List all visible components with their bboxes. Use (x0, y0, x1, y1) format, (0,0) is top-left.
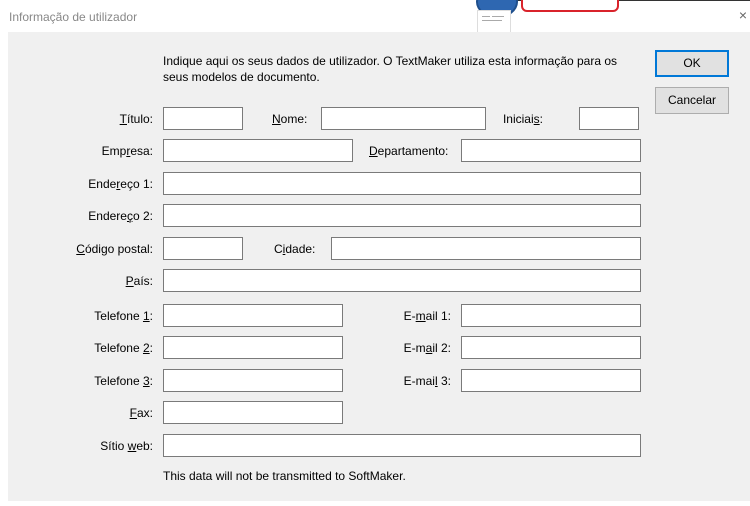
intro-text: Indique aqui os seus dados de utilizador… (163, 54, 618, 84)
cidade-label: Cidade: (274, 242, 316, 256)
departamento-field[interactable] (461, 139, 641, 162)
email3-field[interactable] (461, 369, 641, 392)
telefone2-label: Telefone 2: (94, 341, 153, 355)
ok-button[interactable]: OK (655, 50, 729, 77)
codigo-postal-field[interactable] (163, 237, 243, 260)
background-red-element (521, 0, 619, 12)
user-info-dialog: Indique aqui os seus dados de utilizador… (8, 32, 750, 501)
pais-label: País: (125, 274, 153, 288)
endereco1-label: Endereço 1: (88, 177, 153, 191)
titulo-field[interactable] (163, 107, 243, 130)
endereco2-field[interactable] (163, 204, 641, 227)
email3-label: E-mail 3: (403, 374, 451, 388)
nome-field[interactable] (321, 107, 486, 130)
title-bar: Informação de utilizador × (0, 0, 750, 32)
cidade-field[interactable] (331, 237, 641, 260)
fax-label: Fax: (129, 406, 153, 420)
iniciais-field[interactable] (579, 107, 639, 130)
website-label: Sítio web: (100, 439, 153, 453)
telefone3-field[interactable] (163, 369, 343, 392)
telefone2-field[interactable] (163, 336, 343, 359)
telefone1-field[interactable] (163, 304, 343, 327)
iniciais-label: Iniciais: (502, 112, 543, 126)
codigo-postal-label: Código postal: (76, 242, 153, 256)
close-icon[interactable]: × (736, 8, 750, 22)
window-title: Informação de utilizador (9, 10, 138, 24)
endereco2-label: Endereço 2: (88, 209, 153, 223)
telefone1-label: Telefone 1: (94, 309, 153, 323)
email1-field[interactable] (461, 304, 641, 327)
fax-field[interactable] (163, 401, 343, 424)
titulo-label: Título: (119, 112, 153, 126)
endereco1-field[interactable] (163, 172, 641, 195)
pais-field[interactable] (163, 269, 641, 292)
email2-field[interactable] (461, 336, 641, 359)
email2-label: E-mail 2: (403, 341, 451, 355)
departamento-label: Departamento: (369, 144, 449, 158)
empresa-field[interactable] (163, 139, 353, 162)
telefone3-label: Telefone 3: (94, 374, 153, 388)
website-field[interactable] (163, 434, 641, 457)
nome-label: Nome: (272, 112, 308, 126)
email1-label: E-mail 1: (403, 309, 451, 323)
cancel-button[interactable]: Cancelar (655, 87, 729, 114)
privacy-note: This data will not be transmitted to Sof… (163, 469, 406, 483)
empresa-label: Empresa: (101, 144, 153, 158)
